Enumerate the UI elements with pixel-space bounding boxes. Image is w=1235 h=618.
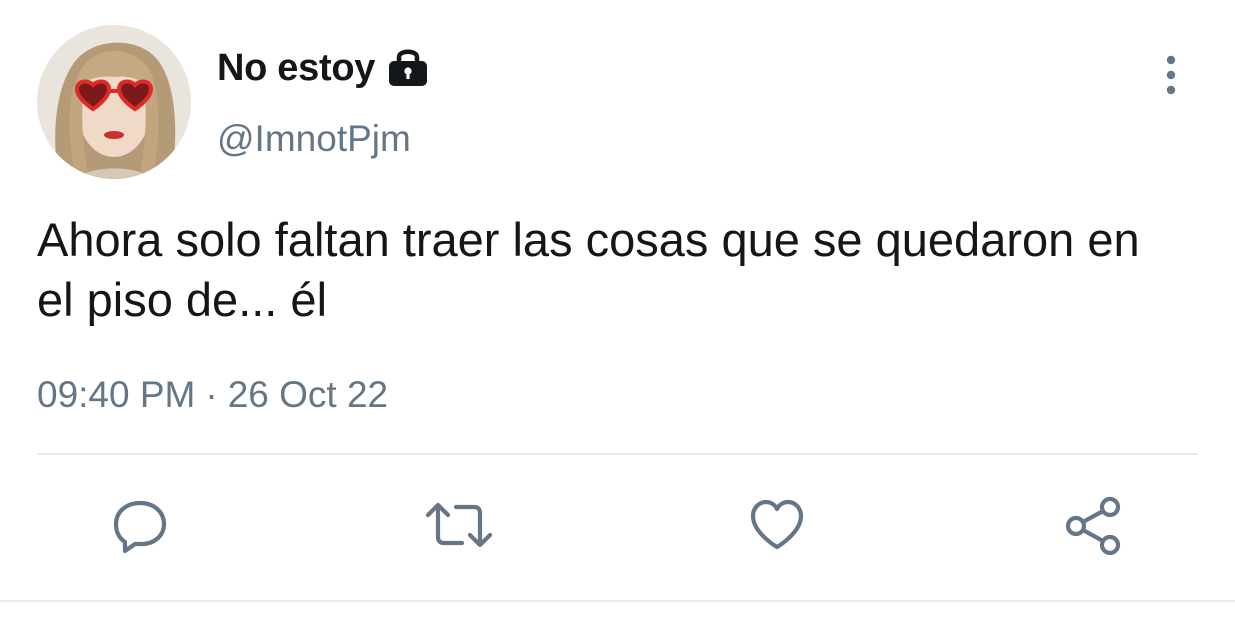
meta-separator: ·	[205, 374, 218, 415]
action-bar	[0, 490, 1235, 560]
more-vertical-icon	[1166, 55, 1176, 95]
tweet-date: 26 Oct 22	[227, 374, 389, 415]
display-name-text: No estoy	[217, 46, 376, 89]
avatar[interactable]	[37, 25, 191, 179]
tweet-time: 09:40 PM	[37, 374, 196, 415]
lock-icon	[385, 44, 431, 90]
share-icon	[1065, 496, 1121, 555]
tweet-card: No estoy @ImnotPjm Ahora solo faltan tra…	[0, 0, 1235, 618]
divider	[37, 453, 1198, 455]
bottom-border	[0, 600, 1235, 602]
avatar-image	[37, 25, 191, 179]
retweet-icon	[425, 502, 493, 548]
like-button[interactable]	[742, 490, 812, 560]
reply-icon	[113, 500, 167, 554]
user-handle[interactable]: @ImnotPjm	[217, 118, 411, 160]
display-name[interactable]: No estoy	[217, 46, 431, 90]
tweet-timestamp[interactable]: 09:40 PM · 26 Oct 22	[37, 374, 388, 416]
reply-button[interactable]	[105, 490, 175, 560]
heart-icon	[750, 499, 804, 550]
tweet-text: Ahora solo faltan traer las cosas que se…	[37, 213, 1140, 326]
retweet-button[interactable]	[424, 490, 494, 560]
more-options-button[interactable]	[1152, 52, 1190, 98]
share-button[interactable]	[1059, 490, 1129, 560]
